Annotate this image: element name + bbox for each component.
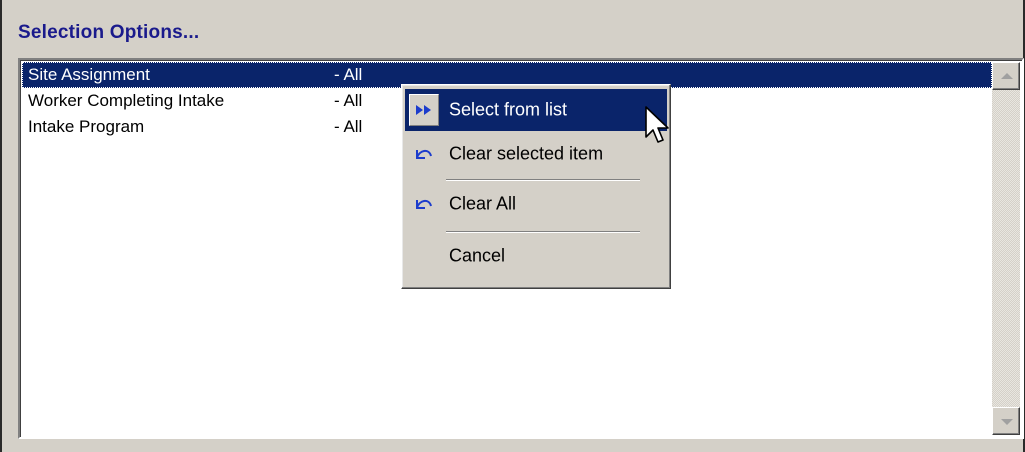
double-arrow-right-icon: [409, 94, 439, 126]
row-name: Intake Program: [28, 117, 145, 136]
row-value: - All: [334, 65, 363, 84]
selection-options-panel: Selection Options... Site Assignment - A…: [0, 0, 1025, 452]
context-menu: Select from list Clear selected item Cle…: [401, 84, 671, 289]
scroll-down-button[interactable]: [992, 407, 1020, 435]
row-name: Worker Completing Intake: [28, 91, 225, 110]
scroll-up-button[interactable]: [992, 62, 1020, 90]
scroll-down-arrow-icon: [1001, 419, 1013, 425]
menu-item-select-from-list[interactable]: Select from list: [405, 89, 667, 131]
row-value: - All: [334, 117, 363, 136]
row-value: - All: [334, 91, 363, 110]
scroll-up-arrow-icon: [1001, 73, 1013, 79]
menu-separator: [446, 179, 640, 181]
menu-item-clear-all[interactable]: Clear All: [405, 183, 667, 225]
panel-bottom-edge: [2, 442, 1023, 452]
menu-item-clear-selected-item[interactable]: Clear selected item: [405, 133, 667, 175]
menu-item-label: Clear selected item: [449, 143, 604, 164]
undo-arrow-icon: [411, 192, 435, 216]
menu-item-label: Select from list: [449, 99, 568, 120]
undo-arrow-icon: [411, 142, 435, 166]
row-name: Site Assignment: [28, 65, 150, 84]
menu-item-label: Cancel: [449, 245, 506, 266]
menu-item-label: Clear All: [449, 193, 517, 214]
menu-separator: [446, 231, 640, 233]
section-title: Selection Options...: [18, 22, 200, 43]
vertical-scrollbar[interactable]: [992, 62, 1020, 435]
menu-item-cancel[interactable]: Cancel: [405, 235, 667, 277]
mouse-pointer-icon: [645, 106, 669, 143]
